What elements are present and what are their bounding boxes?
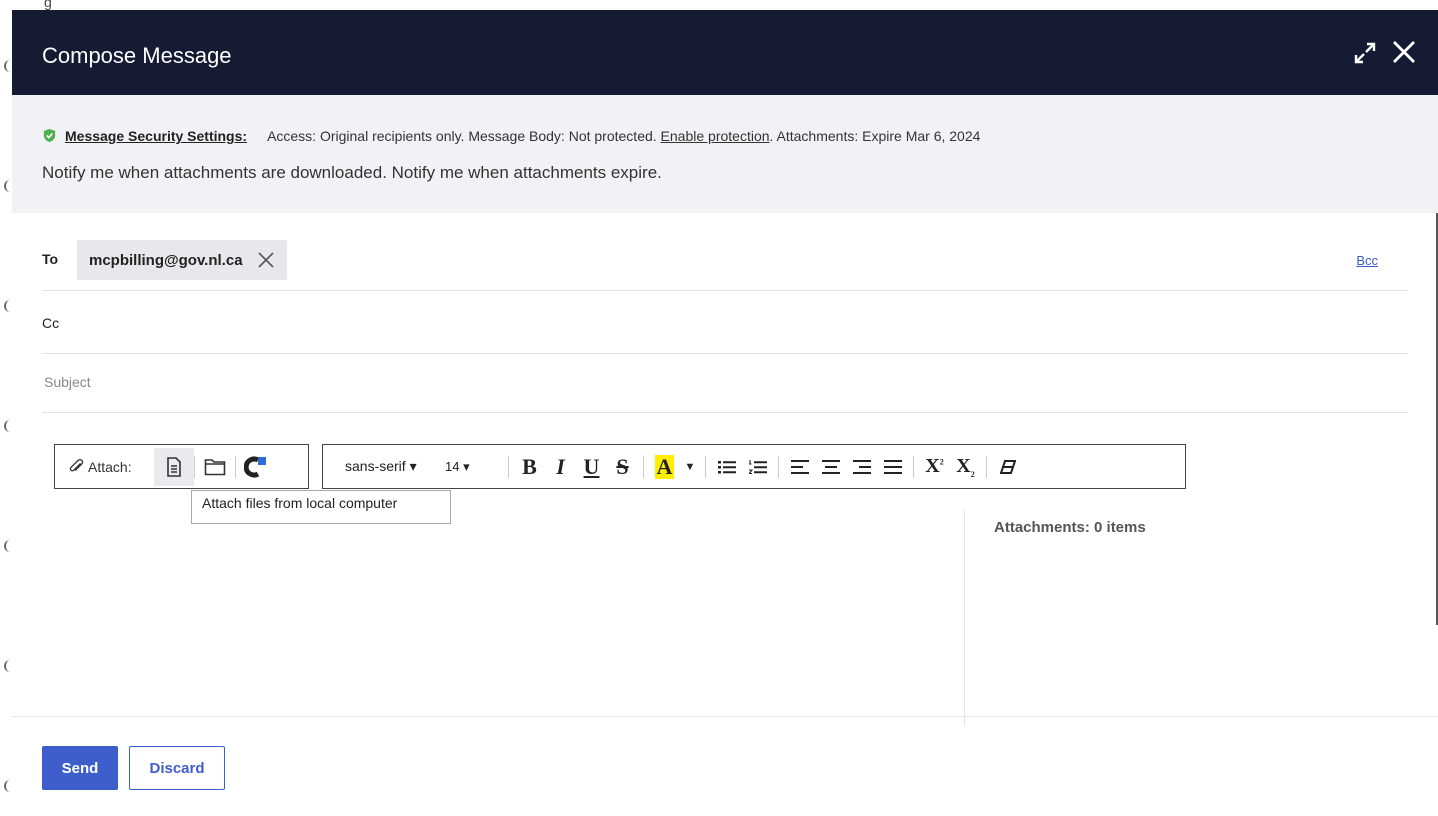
bulleted-list-icon (717, 460, 736, 473)
attachments-title: Attachments: 0 items (994, 519, 1146, 536)
attachments-pane: Attachments: 0 items (964, 510, 1438, 726)
align-center-icon (821, 459, 840, 474)
highlight-color-dropdown[interactable]: ▼ (680, 448, 700, 486)
bulleted-list-button[interactable] (711, 448, 742, 486)
toolbar-separator (705, 455, 706, 478)
attach-label: Attach: (55, 459, 154, 475)
superscript-button[interactable]: X2 (919, 448, 950, 486)
security-settings-bar: Message Security Settings: Access: Origin… (12, 95, 1438, 213)
send-button[interactable]: Send (42, 746, 118, 790)
justify-button[interactable] (877, 448, 908, 486)
highlight-color-button[interactable]: A (649, 448, 680, 486)
justify-icon (883, 459, 902, 474)
to-row[interactable]: To mcpbilling@gov.nl.ca Bcc (42, 236, 1408, 291)
strikethrough-button[interactable]: S (607, 448, 638, 486)
attach-label-text: Attach: (88, 458, 132, 475)
folder-icon (204, 458, 226, 475)
strikethrough-icon: S (616, 453, 629, 479)
notify-text: Notify me when attachments are downloade… (42, 163, 662, 182)
compose-dialog: Compose Message Message Security Setting… (12, 10, 1438, 816)
backdrop-text: g (44, 0, 52, 10)
backdrop-top: g (0, 0, 1438, 10)
underline-icon: U (583, 453, 600, 479)
format-toolbar: sans-serif ▾ 14 ▾ B I U S A ▼ X2 X2 (322, 444, 1186, 489)
dialog-header: Compose Message (12, 10, 1438, 95)
footer-divider (12, 716, 1438, 717)
clear-formatting-button[interactable] (992, 448, 1023, 486)
align-left-button[interactable] (784, 448, 815, 486)
align-center-button[interactable] (815, 448, 846, 486)
recipient-chip[interactable]: mcpbilling@gov.nl.ca (77, 240, 287, 280)
access-text: Access: Original recipients only. Messag… (267, 128, 661, 144)
subject-row (42, 353, 1408, 413)
paperclip-icon (69, 458, 84, 471)
italic-button[interactable]: I (545, 448, 576, 486)
file-icon (167, 456, 181, 477)
highlight-icon: A (654, 453, 675, 479)
recipient-chip-text: mcpbilling@gov.nl.ca (89, 251, 243, 269)
enable-protection-link[interactable]: Enable protection (661, 128, 770, 144)
attach-toolbar: Attach: (54, 444, 309, 489)
toolbar-separator (508, 455, 509, 478)
subject-input[interactable] (42, 369, 946, 395)
subscript-icon: X2 (956, 454, 975, 479)
toolbar-separator (986, 455, 987, 478)
font-size-value: 14 (445, 458, 460, 474)
attach-cloud-button[interactable] (236, 448, 276, 486)
cc-label: Cc (42, 315, 60, 331)
shield-check-icon (43, 128, 56, 143)
discard-button[interactable]: Discard (129, 746, 225, 790)
eraser-icon (999, 459, 1016, 474)
dropdown-arrow-icon: ▼ (684, 460, 696, 473)
toolbar-separator (778, 455, 779, 478)
attach-folder-button[interactable] (195, 448, 235, 486)
attach-local-file-button[interactable] (154, 447, 194, 486)
bold-button[interactable]: B (514, 448, 545, 486)
cc-row[interactable]: Cc (42, 291, 1408, 354)
align-left-icon (790, 459, 809, 474)
cloud-provider-icon (244, 456, 266, 477)
to-label: To (42, 251, 59, 267)
security-summary: Message Security Settings: Access: Origin… (42, 128, 980, 144)
toolbar-separator (913, 455, 914, 478)
close-icon[interactable] (1390, 38, 1418, 66)
underline-button[interactable]: U (576, 448, 607, 486)
attachments-expiry-text: . Attachments: Expire Mar 6, 2024 (769, 128, 981, 144)
numbered-list-button[interactable] (742, 448, 773, 486)
expand-icon[interactable] (1352, 40, 1378, 66)
bold-icon: B (522, 453, 537, 479)
numbered-list-icon (748, 459, 767, 474)
align-right-icon (852, 459, 871, 474)
message-body-editor[interactable] (54, 510, 944, 715)
font-family-value: sans-serif (345, 458, 406, 474)
subscript-button[interactable]: X2 (950, 448, 981, 486)
superscript-icon: X2 (925, 455, 944, 477)
font-size-select[interactable]: 14 ▾ (445, 459, 503, 475)
dialog-title: Compose Message (42, 43, 232, 68)
italic-icon: I (556, 453, 565, 479)
toolbar-separator (643, 455, 644, 478)
align-right-button[interactable] (846, 448, 877, 486)
remove-recipient-icon[interactable] (257, 251, 275, 269)
security-settings-link[interactable]: Message Security Settings: (65, 128, 247, 144)
font-family-select[interactable]: sans-serif ▾ (345, 458, 445, 475)
bcc-link[interactable]: Bcc (1356, 253, 1378, 268)
